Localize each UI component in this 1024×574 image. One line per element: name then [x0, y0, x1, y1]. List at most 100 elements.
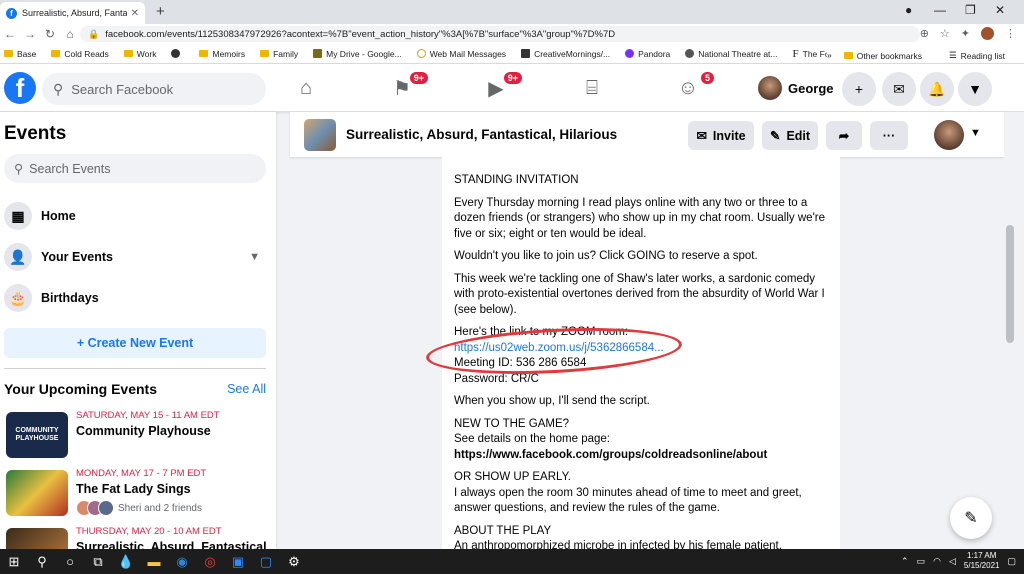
chrome-icon[interactable]: ◎ — [196, 554, 224, 570]
reload-icon[interactable]: ↻ — [40, 27, 60, 41]
url-field[interactable]: 🔒 facebook.com/events/1125308347972926?a… — [80, 26, 920, 42]
file-explorer-icon[interactable]: ▬ — [140, 554, 168, 569]
close-tab-icon[interactable]: ✕ — [131, 8, 139, 19]
video-app-icon[interactable]: ▢ — [252, 554, 280, 570]
nav-pages-icon[interactable]: ⚑ 9+ — [386, 70, 430, 102]
event-thumbnail: COMMUNITY PLAYHOUSE — [6, 412, 68, 458]
nav-watch-icon[interactable]: ▶ 9+ — [480, 70, 524, 102]
clock-date: 5/15/2021 — [963, 561, 1000, 570]
bookmark-work[interactable]: Work — [123, 49, 156, 59]
zoom-icon[interactable]: ⊕ — [920, 27, 929, 40]
minimize-icon[interactable]: — — [934, 3, 946, 17]
search-placeholder: Search Facebook — [71, 81, 174, 97]
bookmark-pandora[interactable]: Pandora — [625, 49, 670, 59]
nav-groups-icon[interactable]: ☺ 5 — [672, 70, 716, 102]
browser-menu-icon[interactable]: ⋮ — [1005, 27, 1016, 40]
friends-going: Sheri and 2 friends — [76, 500, 202, 516]
upcoming-event-item[interactable]: COMMUNITY PLAYHOUSE SATURDAY, MAY 15 - 1… — [6, 410, 268, 462]
edge-icon[interactable]: ◉ — [168, 554, 196, 570]
media-control-icon[interactable]: ● — [905, 3, 912, 17]
folder-icon — [260, 50, 270, 57]
bookmark-base[interactable]: Base — [4, 49, 36, 59]
battery-icon[interactable]: ▭ — [917, 556, 926, 567]
create-new-event-button[interactable]: + Create New Event — [4, 328, 266, 358]
account-menu-icon[interactable]: ▼ — [958, 72, 992, 106]
star-icon[interactable]: ☆ — [940, 27, 950, 40]
section-heading: OR SHOW UP EARLY. — [454, 471, 571, 483]
share-button[interactable]: ➦ — [826, 121, 862, 150]
invite-button[interactable]: ✉ Invite — [688, 121, 754, 150]
home-icon[interactable]: ⌂ — [60, 27, 80, 41]
see-all-link[interactable]: See All — [227, 382, 266, 396]
upcoming-event-item[interactable]: MONDAY, MAY 17 - 7 PM EDT The Fat Lady S… — [6, 468, 268, 520]
back-icon[interactable]: ← — [0, 27, 20, 41]
scrollbar-thumb[interactable] — [1006, 225, 1014, 343]
bookmarks-overflow[interactable]: » — [827, 50, 832, 61]
forward-icon[interactable]: → — [20, 27, 40, 41]
sidebar-item-your-events[interactable]: 👤 Your Events ▼ — [4, 239, 266, 275]
groups-badge: 5 — [698, 70, 716, 86]
restore-icon[interactable]: ❐ — [965, 3, 976, 17]
facebook-logo[interactable]: f — [4, 72, 36, 104]
bookmark-creativemornings[interactable]: CreativeMornings/... — [521, 49, 610, 59]
notifications-bell-icon[interactable]: 🔔 — [920, 72, 954, 106]
zoom-app-icon[interactable]: ▣ — [224, 554, 252, 570]
sidebar-item-home[interactable]: ▦ Home — [4, 198, 266, 234]
profile-name: George — [788, 80, 834, 96]
bookmark-cold-reads[interactable]: Cold Reads — [51, 49, 109, 59]
avatar[interactable] — [934, 120, 964, 150]
event-title: Surrealistic, Absurd, Fantastical, Hilar… — [346, 127, 618, 142]
sidebar-item-birthdays[interactable]: 🎂 Birthdays — [4, 280, 266, 316]
extensions-icon[interactable]: ✦ — [961, 27, 970, 40]
reading-list[interactable]: ☰ Reading list — [949, 50, 1005, 61]
new-tab-icon[interactable]: + — [156, 3, 165, 20]
bookmark-memoirs[interactable]: Memoirs — [199, 49, 245, 59]
profile-chip[interactable]: George — [758, 76, 834, 100]
volume-icon[interactable]: ◁ — [949, 556, 956, 567]
bookmark-family[interactable]: Family — [260, 49, 298, 59]
facebook-favicon-icon: f — [6, 7, 17, 19]
task-view-icon[interactable]: ⧉ — [84, 554, 112, 570]
settings-gear-icon[interactable]: ⚙ — [280, 554, 308, 570]
show-hidden-icons-icon[interactable]: ⌃ — [901, 556, 909, 567]
messenger-icon[interactable]: ✉ — [882, 72, 916, 106]
address-bar-row: ← → ↻ ⌂ 🔒 facebook.com/events/1125308347… — [0, 24, 1024, 44]
browser-tab[interactable]: f Surrealistic, Absurd, Fantastical, H ✕ — [0, 2, 145, 24]
chevron-down-icon[interactable]: ▼ — [249, 251, 260, 263]
windows-start-icon[interactable]: ⊞ — [0, 554, 28, 570]
folder-icon — [4, 50, 13, 57]
search-events-input[interactable]: ⚲ Search Events — [4, 154, 266, 183]
section-body: I always open the room 30 minutes ahead … — [454, 486, 802, 515]
avatar — [758, 76, 782, 100]
bookmark-unnamed[interactable] — [171, 49, 184, 58]
caret-down-icon[interactable]: ▼ — [970, 127, 981, 139]
bookmark-web-mail[interactable]: Web Mail Messages — [416, 49, 506, 59]
section-heading: ABOUT THE PLAY — [454, 524, 552, 537]
create-plus-icon[interactable]: + — [842, 72, 876, 106]
taskbar-search-icon[interactable]: ⚲ — [28, 554, 56, 570]
facebook-search-input[interactable]: ⚲ Search Facebook — [42, 73, 266, 105]
folder-icon — [843, 52, 853, 59]
event-header-bar: Surrealistic, Absurd, Fantastical, Hilar… — [290, 112, 1004, 157]
bookmarks-bar: Base Cold Reads Work Memoirs Family My D… — [0, 44, 1024, 64]
more-options-button[interactable]: ··· — [870, 121, 908, 150]
clock[interactable]: 1:17 AM 5/15/2021 — [964, 551, 1000, 571]
nav-home-icon[interactable]: ⌂ — [290, 74, 322, 102]
new-message-compose-icon[interactable]: ✎ — [950, 497, 992, 539]
wifi-icon[interactable]: ◠ — [933, 556, 941, 567]
window-close-icon[interactable]: ✕ — [995, 3, 1005, 17]
edit-button[interactable]: ✎ Edit — [762, 121, 818, 150]
bookmark-my-drive[interactable]: My Drive - Google... — [313, 49, 402, 59]
paint-icon[interactable]: 💧 — [112, 554, 140, 570]
group-about-link[interactable]: https://www.facebook.com/groups/coldread… — [454, 449, 767, 461]
bookmark-national-theatre[interactable]: National Theatre at... — [685, 49, 778, 59]
cortana-icon[interactable]: ○ — [56, 554, 84, 569]
pages-badge: 9+ — [407, 70, 430, 86]
action-center-icon[interactable]: ▢ — [1007, 556, 1016, 567]
nav-marketplace-icon[interactable]: ⌸ — [576, 74, 608, 102]
browser-profile-avatar[interactable] — [981, 27, 994, 40]
other-bookmarks[interactable]: Other bookmarks — [843, 50, 922, 61]
folger-icon: F — [792, 47, 799, 60]
upcoming-event-item[interactable]: THURSDAY, MAY 20 - 10 AM EDT Surrealisti… — [6, 526, 268, 549]
sidebar-item-label: Birthdays — [41, 291, 99, 305]
